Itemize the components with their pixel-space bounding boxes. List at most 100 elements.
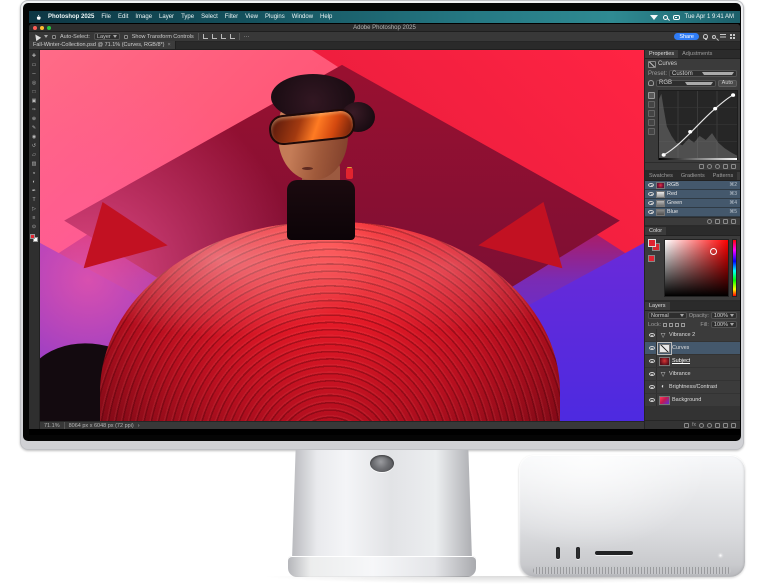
- visibility-eye-cell[interactable]: [647, 368, 657, 380]
- apple-menu-icon[interactable]: [35, 14, 41, 21]
- eyedropper-tool[interactable]: ✑: [30, 106, 39, 114]
- menu-type[interactable]: Type: [181, 14, 194, 20]
- channel-row-green[interactable]: Green ⌘4: [645, 199, 740, 208]
- preset-dropdown[interactable]: Custom: [669, 70, 737, 77]
- menu-plugins[interactable]: Plugins: [265, 14, 285, 20]
- opacity-dropdown[interactable]: 100%: [711, 312, 737, 319]
- menu-filter[interactable]: Filter: [225, 14, 238, 20]
- distribute-icon[interactable]: [230, 34, 235, 39]
- foreground-background-swatches[interactable]: [30, 234, 38, 242]
- tab-swatches[interactable]: Swatches: [645, 172, 677, 180]
- object-selection-tool[interactable]: ◎: [30, 79, 39, 87]
- add-layer-mask-icon[interactable]: [699, 423, 704, 428]
- curves-layer-thumbnail[interactable]: [659, 344, 670, 353]
- lasso-tool[interactable]: ∽: [30, 70, 39, 78]
- white-point-eyedropper-icon[interactable]: [648, 128, 655, 135]
- lock-transparency-icon[interactable]: [663, 323, 667, 327]
- rectangular-marquee-tool[interactable]: ▭: [30, 61, 39, 69]
- tool-preset-caret-icon[interactable]: [44, 35, 48, 38]
- channel-row-blue[interactable]: Blue ⌘5: [645, 208, 740, 217]
- blend-mode-dropdown[interactable]: Normal: [648, 312, 687, 319]
- control-center-icon[interactable]: [673, 15, 680, 20]
- background-layer-thumbnail[interactable]: [659, 396, 670, 405]
- new-channel-icon[interactable]: [723, 219, 728, 224]
- adjustments-sliders-icon[interactable]: [720, 34, 726, 39]
- menu-bar-clock[interactable]: Tue Apr 1 9:41 AM: [685, 14, 734, 20]
- menu-layer[interactable]: Layer: [159, 14, 174, 20]
- auto-select-checkbox[interactable]: [52, 35, 56, 39]
- healing-brush-tool[interactable]: ⊕: [30, 115, 39, 123]
- auto-select-dropdown[interactable]: Layer: [94, 33, 120, 40]
- load-selection-icon[interactable]: [707, 219, 712, 224]
- menu-file[interactable]: File: [101, 14, 111, 20]
- align-left-icon[interactable]: [203, 34, 208, 39]
- delete-adjustment-icon[interactable]: [731, 164, 736, 169]
- visibility-eye-icon[interactable]: [648, 192, 654, 196]
- crop-tool[interactable]: □: [30, 88, 39, 96]
- layer-row-vibrance2[interactable]: ▽ Vibrance 2: [645, 329, 740, 342]
- smooth-curve-icon[interactable]: [699, 164, 704, 169]
- menu-edit[interactable]: Edit: [118, 14, 128, 20]
- targeted-adjustment-icon[interactable]: [648, 80, 654, 86]
- edit-points-icon[interactable]: [648, 92, 655, 99]
- layer-row-subject[interactable]: Subject: [645, 355, 740, 368]
- menu-app-name[interactable]: Photoshop 2025: [48, 14, 94, 20]
- align-right-icon[interactable]: [221, 34, 226, 39]
- menu-view[interactable]: View: [245, 14, 258, 20]
- spotlight-search-icon[interactable]: [663, 15, 668, 20]
- zoom-tool[interactable]: ⊙: [30, 223, 39, 231]
- layer-row-brightness[interactable]: ◐ Brightness/Contrast: [645, 381, 740, 394]
- delete-layer-icon[interactable]: [731, 423, 736, 428]
- notifications-bell-icon[interactable]: [703, 34, 708, 39]
- delete-channel-icon[interactable]: [731, 219, 736, 224]
- status-chevron-icon[interactable]: ›: [138, 423, 140, 429]
- hue-slider[interactable]: [732, 239, 737, 297]
- tone-curve[interactable]: [659, 91, 737, 159]
- move-tool[interactable]: ✚: [30, 52, 39, 60]
- lock-position-icon[interactable]: [675, 323, 679, 327]
- toggle-visibility-icon[interactable]: [723, 164, 728, 169]
- reset-adjustment-icon[interactable]: [715, 164, 720, 169]
- visibility-eye-icon[interactable]: [648, 210, 654, 214]
- channel-dropdown[interactable]: RGB: [656, 80, 716, 87]
- foreground-color-swatch[interactable]: [648, 239, 656, 247]
- clone-stamp-tool[interactable]: ◉: [30, 133, 39, 141]
- menu-select[interactable]: Select: [201, 14, 218, 20]
- new-adjustment-layer-icon[interactable]: [707, 423, 712, 428]
- draw-curve-icon[interactable]: [648, 101, 655, 108]
- more-options-button[interactable]: ···: [244, 34, 250, 40]
- share-button[interactable]: Share: [674, 33, 699, 40]
- dodge-tool[interactable]: ◐: [30, 178, 39, 186]
- gray-point-eyedropper-icon[interactable]: [648, 119, 655, 126]
- tab-properties[interactable]: Properties: [645, 50, 678, 58]
- frame-tool[interactable]: ▣: [30, 97, 39, 105]
- visibility-eye-cell[interactable]: [647, 329, 657, 341]
- save-selection-icon[interactable]: [715, 219, 720, 224]
- tab-adjustments[interactable]: Adjustments: [678, 50, 716, 58]
- visibility-eye-icon[interactable]: [648, 183, 654, 187]
- blur-tool[interactable]: ◒: [30, 169, 39, 177]
- document-tab[interactable]: Fall-Winter-Collection.psd @ 71.1% (Curv…: [29, 41, 176, 49]
- wifi-icon[interactable]: [650, 15, 658, 20]
- tab-layers[interactable]: Layers: [645, 302, 670, 310]
- menu-image[interactable]: Image: [135, 14, 152, 20]
- clip-mask-icon[interactable]: [707, 164, 712, 169]
- type-tool[interactable]: T: [30, 196, 39, 204]
- lock-pixels-icon[interactable]: [669, 323, 673, 327]
- saturation-brightness-square[interactable]: [664, 239, 729, 297]
- eraser-tool[interactable]: ▱: [30, 151, 39, 159]
- layer-styles-fx-icon[interactable]: fx: [692, 422, 696, 428]
- tab-color[interactable]: Color: [645, 227, 666, 235]
- visibility-eye-icon[interactable]: [648, 201, 654, 205]
- tab-gradients[interactable]: Gradients: [677, 172, 709, 180]
- visibility-eye-cell[interactable]: [647, 355, 657, 367]
- document-canvas[interactable]: [40, 50, 644, 421]
- channel-row-rgb[interactable]: RGB ⌘2: [645, 181, 740, 190]
- pen-tool[interactable]: ✒: [30, 187, 39, 195]
- visibility-eye-cell[interactable]: [647, 394, 657, 406]
- align-center-icon[interactable]: [212, 34, 217, 39]
- black-point-eyedropper-icon[interactable]: [648, 110, 655, 117]
- tab-patterns[interactable]: Patterns: [709, 172, 737, 180]
- hand-tool[interactable]: ≡: [30, 214, 39, 222]
- brush-tool[interactable]: ✎: [30, 124, 39, 132]
